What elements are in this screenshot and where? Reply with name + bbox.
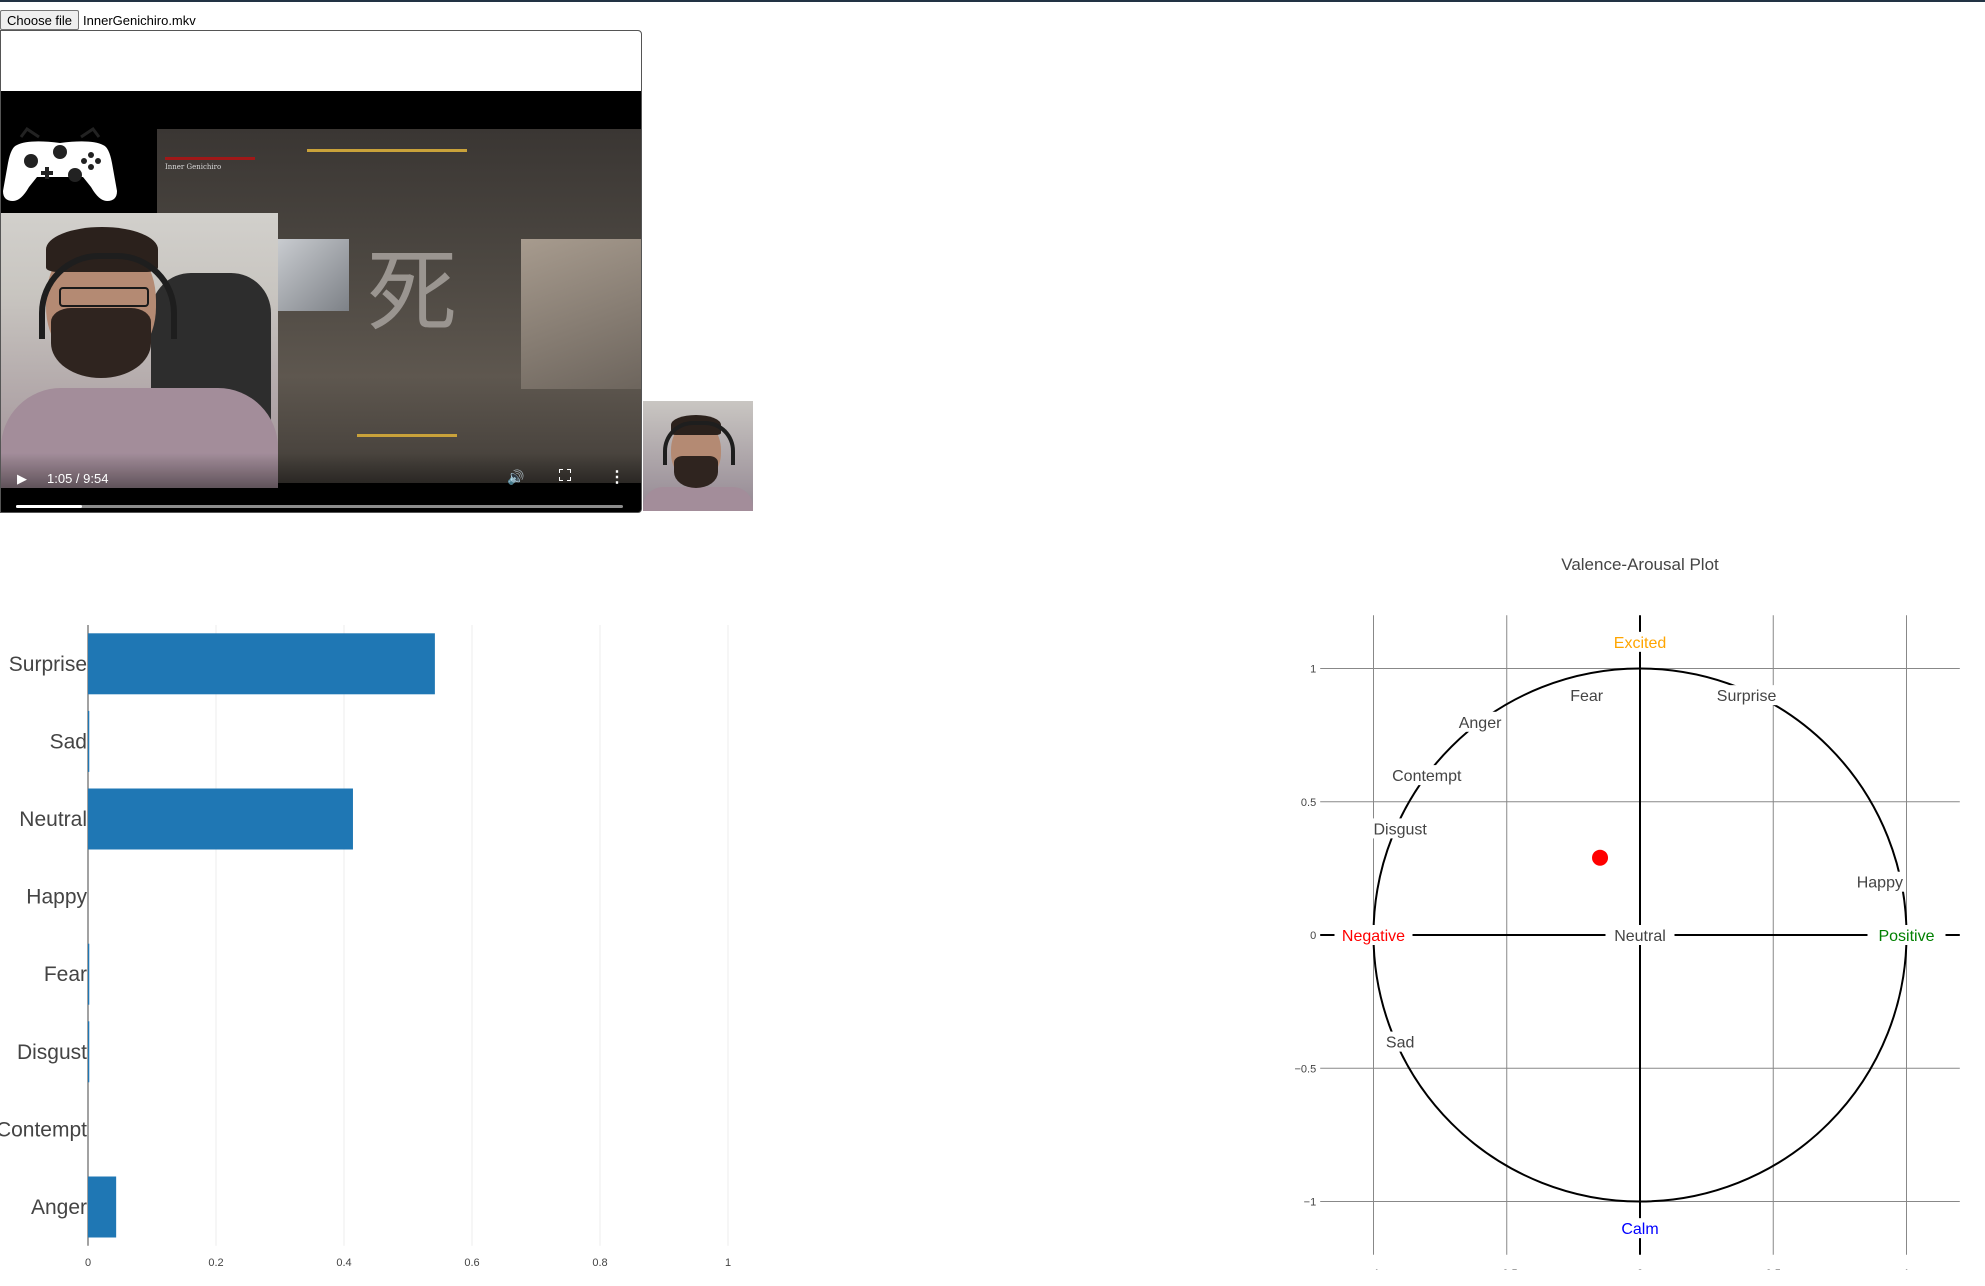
boss-health-bar — [165, 157, 255, 160]
va-y-tick-label: −1 — [1304, 1197, 1317, 1209]
bar-x-tick-label: 1 — [725, 1257, 731, 1269]
webcam-overlay — [1, 213, 278, 488]
va-y-tick-label: 1 — [1310, 664, 1316, 676]
time-display: 1:05 / 9:54 — [47, 471, 109, 486]
fullscreen-icon[interactable] — [559, 469, 571, 481]
video-controls: ▶ 1:05 / 9:54 🔊 ⋮ — [1, 453, 641, 512]
emotion-bar — [88, 1021, 90, 1083]
video-player[interactable]: 死 Inner Genichiro ▶ 1:05 / 9:54 🔊 ⋮ — [0, 30, 642, 513]
boss-name-label: Inner Genichiro — [165, 163, 222, 171]
emotion-label: Surprise — [9, 653, 87, 676]
emotion-bar — [88, 633, 435, 695]
va-emotion-label: Disgust — [1373, 821, 1427, 838]
va-emotion-label: Fear — [1570, 688, 1604, 705]
bar-x-tick-label: 0.8 — [592, 1257, 607, 1269]
emotion-bar — [88, 788, 353, 850]
game-window — [277, 239, 349, 311]
emotion-bar — [88, 1176, 117, 1238]
va-emotion-label: Happy — [1857, 875, 1903, 892]
va-emotion-label: Positive — [1878, 928, 1934, 945]
play-icon[interactable]: ▶ — [17, 471, 27, 487]
va-y-tick-label: 0 — [1310, 930, 1316, 942]
file-input: Choose file InnerGenichiro.mkv — [0, 9, 196, 31]
top-border — [0, 0, 1985, 2]
emotion-label: Disgust — [17, 1041, 87, 1064]
more-options-icon[interactable]: ⋮ — [609, 467, 625, 487]
game-light — [521, 239, 641, 389]
va-emotion-label: Sad — [1386, 1035, 1414, 1052]
bar-x-tick-label: 0.2 — [208, 1257, 223, 1269]
death-glyph: 死 — [367, 240, 457, 345]
seek-bar[interactable] — [16, 505, 623, 508]
bar-x-tick-label: 0.6 — [464, 1257, 479, 1269]
va-emotion-label: Surprise — [1717, 688, 1777, 705]
bar-x-tick-label: 0.4 — [336, 1257, 351, 1269]
volume-icon[interactable]: 🔊 — [507, 469, 524, 486]
va-title: Valence-Arousal Plot — [1561, 555, 1719, 574]
emotion-bar — [88, 943, 90, 1005]
va-emotion-label: Calm — [1621, 1221, 1658, 1238]
va-x-tick-label: 1 — [1903, 1268, 1909, 1270]
va-emotion-label: Anger — [1459, 715, 1502, 732]
emotion-label: Fear — [44, 963, 87, 986]
emotion-label: Happy — [26, 886, 87, 909]
emotion-label: Sad — [50, 730, 87, 753]
video-letterbox — [1, 31, 641, 91]
va-emotion-label: Excited — [1614, 635, 1666, 652]
va-y-tick-label: 0.5 — [1301, 797, 1316, 809]
emotion-label: Neutral — [19, 808, 87, 831]
va-x-tick-label: −0.5 — [1496, 1268, 1518, 1270]
emotion-label: Contempt — [0, 1118, 87, 1141]
seek-bar-fill — [16, 505, 83, 508]
player-posture-bar — [307, 149, 467, 152]
va-emotion-label: Negative — [1342, 928, 1405, 945]
emotion-bar-chart: 0 0.2 0.4 0.6 0.8 1 Surprise Sad Neutral Happy Fea… — [0, 625, 731, 1269]
va-emotion-label: Neutral — [1614, 928, 1666, 945]
emotion-bar — [88, 710, 90, 772]
thumb-body — [643, 487, 753, 511]
player-bottom-bar — [357, 434, 457, 437]
webcam-thumbnail — [643, 401, 753, 511]
controller-icon — [3, 126, 117, 201]
valence-arousal-chart: Valence-Arousal Plot −1 −0.5 0 0.5 1 1 0.5 0 −0.5… — [1294, 555, 1960, 1270]
emotion-label: Anger — [31, 1196, 87, 1219]
va-y-tick-label: −0.5 — [1294, 1063, 1316, 1075]
va-current-point — [1592, 849, 1609, 866]
va-x-tick-label: 0.5 — [1766, 1268, 1781, 1270]
va-x-tick-label: −1 — [1367, 1268, 1380, 1270]
va-x-tick-label: 0 — [1637, 1268, 1643, 1270]
thumb-headset — [663, 421, 735, 465]
file-name-label: InnerGenichiro.mkv — [83, 12, 196, 28]
va-emotion-label: Contempt — [1392, 768, 1462, 785]
bar-x-tick-label: 0 — [85, 1257, 91, 1269]
choose-file-button[interactable]: Choose file — [0, 10, 80, 30]
